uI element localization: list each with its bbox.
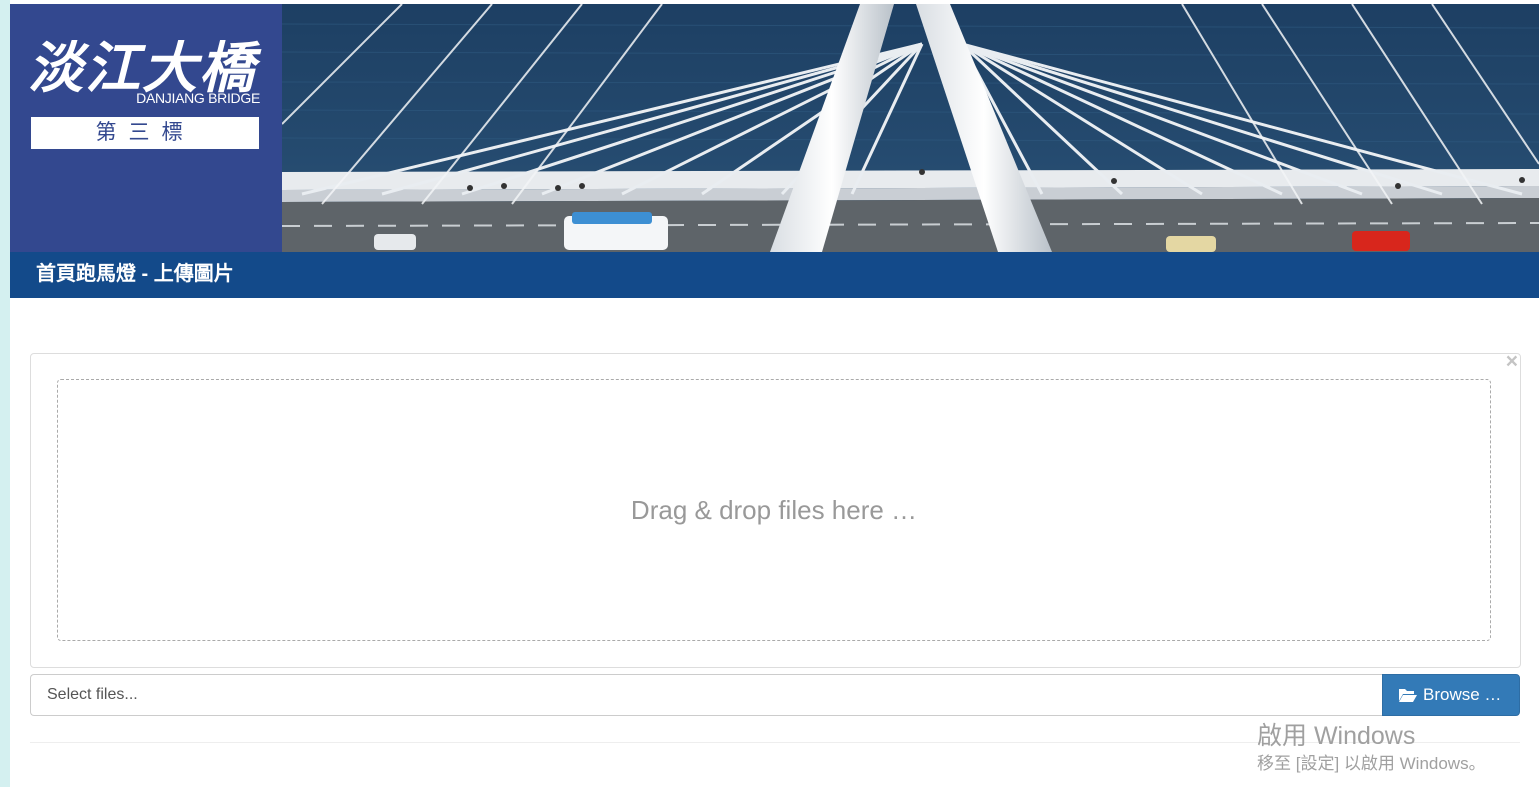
windows-activation-watermark: 啟用 Windows 移至 [設定] 以啟用 Windows。: [1257, 719, 1486, 775]
browse-button[interactable]: Browse …: [1382, 674, 1520, 716]
header-banner: 淡江大橋 DANJIANG BRIDGE 第三標: [10, 4, 1539, 252]
file-caption-placeholder: Select files...: [47, 686, 138, 703]
browse-button-label: Browse …: [1423, 685, 1502, 704]
watermark-subtitle: 移至 [設定] 以啟用 Windows。: [1257, 754, 1486, 773]
drop-zone-label: Drag & drop files here …: [630, 495, 918, 525]
drop-zone[interactable]: Drag & drop files here …: [57, 379, 1491, 641]
page-title-bar: 首頁跑馬燈 - 上傳圖片: [10, 252, 1539, 298]
page-title: 首頁跑馬燈 - 上傳圖片: [36, 263, 234, 285]
file-input-group: Select files... Browse …: [30, 674, 1520, 716]
page: 淡江大橋 DANJIANG BRIDGE 第三標 首頁跑馬燈 - 上傳圖片 × …: [10, 0, 1539, 787]
folder-open-icon: [1398, 687, 1418, 708]
logo-title: 淡江大橋: [28, 35, 257, 100]
file-preview-panel: × Drag & drop files here …: [30, 350, 1521, 668]
file-caption-field[interactable]: Select files...: [30, 674, 1383, 716]
logo: 淡江大橋 DANJIANG BRIDGE 第三標: [10, 4, 282, 252]
logo-section-label: 第三標: [31, 117, 259, 149]
close-icon[interactable]: ×: [1506, 350, 1518, 374]
watermark-title: 啟用 Windows: [1257, 722, 1416, 750]
logo-subtitle: DANJIANG BRIDGE: [136, 90, 260, 106]
bridge-photo: [282, 4, 1539, 252]
